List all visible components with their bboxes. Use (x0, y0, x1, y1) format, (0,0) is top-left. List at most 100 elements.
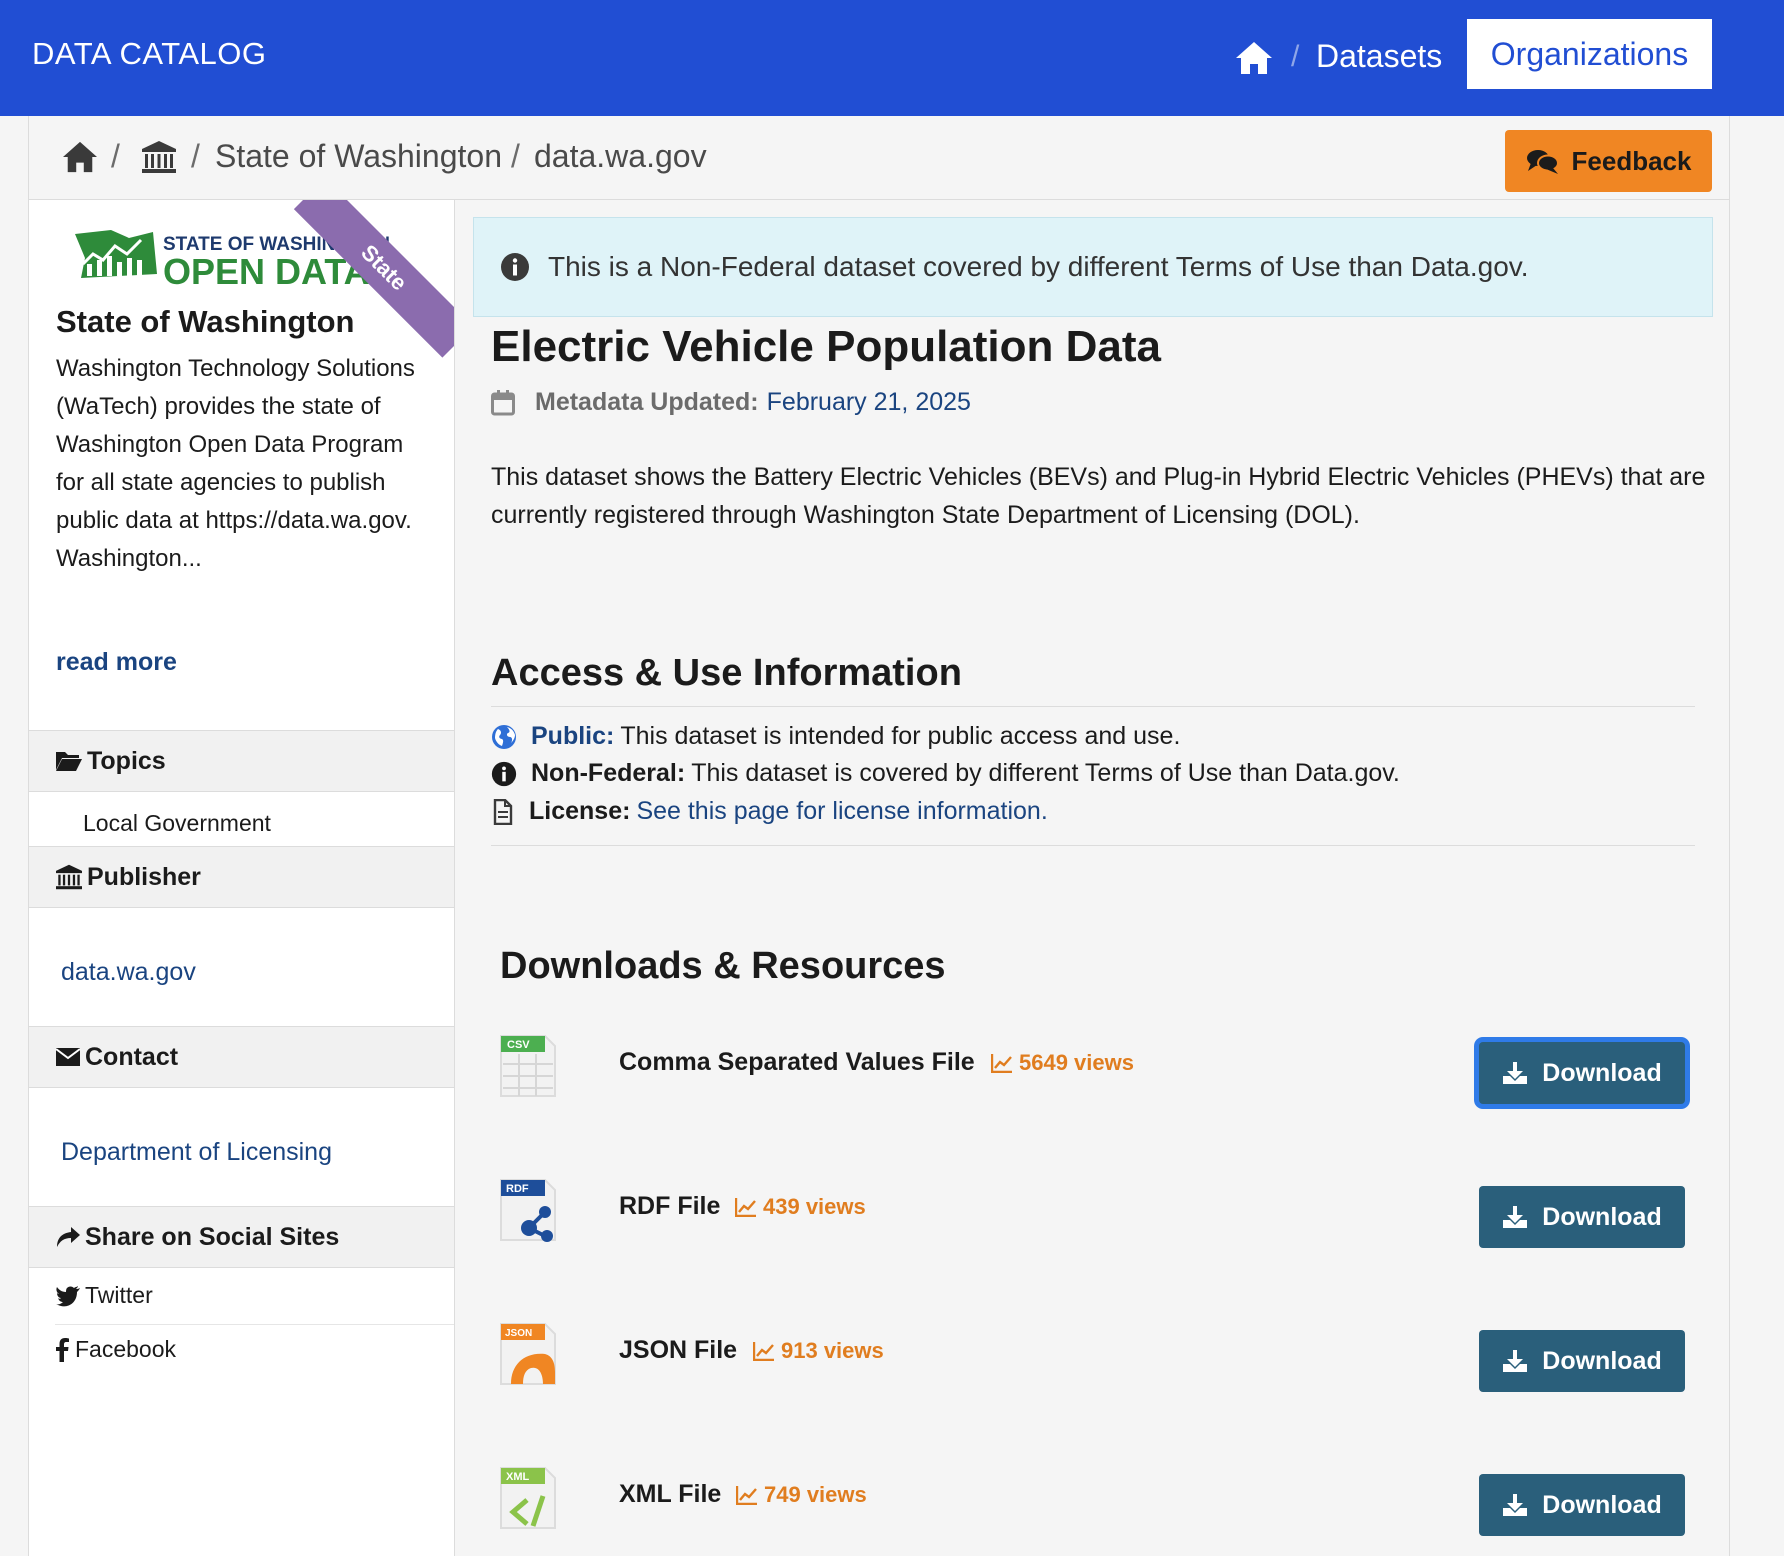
resource-name[interactable]: Comma Separated Values File (619, 1048, 975, 1077)
non-federal-notice: This is a Non-Federal dataset covered by… (473, 217, 1713, 317)
org-description: Washington Technology Solutions (WaTech)… (56, 355, 415, 572)
resource-item: CSV Comma Separated Values File 5649 vie… (499, 1034, 1719, 1114)
downloads-heading: Downloads & Resources (500, 945, 946, 987)
facebook-icon (56, 1337, 69, 1362)
rdf-file-icon: RDF (500, 1179, 556, 1242)
read-more-link[interactable]: read more (56, 648, 177, 677)
download-button[interactable]: Download (1479, 1186, 1685, 1248)
share-heading: Share on Social Sites (29, 1206, 454, 1268)
divider (55, 1324, 454, 1325)
line-chart-icon (736, 1486, 757, 1505)
topics-heading-label: Topics (87, 746, 166, 775)
resource-name[interactable]: XML File (619, 1480, 721, 1509)
license-link[interactable]: See this page for license information. (636, 797, 1047, 826)
resource-name[interactable]: RDF File (619, 1192, 720, 1221)
resource-name[interactable]: JSON File (619, 1336, 737, 1365)
csv-file-icon: CSV (500, 1035, 556, 1097)
access-license-row: License: See this page for license infor… (491, 797, 1048, 826)
download-button[interactable]: Download (1479, 1330, 1685, 1392)
nav-separator: / (1291, 40, 1300, 73)
sidebar: STATE OF WASHINGTON OPEN DATA State Stat… (29, 200, 455, 1556)
download-icon (1503, 1350, 1528, 1372)
access-public-row: Public: This dataset is intended for pub… (491, 722, 1180, 751)
resource-item: RDF RDF File 439 views Download (499, 1178, 1719, 1258)
brand-title[interactable]: DATA CATALOG (32, 36, 267, 72)
main-container: / / State of Washington / data.wa.gov Fe… (28, 116, 1730, 1556)
resource-views-count: 913 views (781, 1338, 884, 1363)
public-label: Public: (531, 722, 615, 750)
download-label: Download (1542, 1202, 1662, 1231)
twitter-link[interactable]: Twitter (55, 1282, 454, 1309)
topic-item[interactable]: Local Government (83, 810, 443, 837)
publisher-heading-label: Publisher (87, 862, 201, 891)
metadata-label: Metadata Updated: (535, 388, 759, 416)
facebook-label: Facebook (75, 1336, 177, 1362)
home-icon[interactable] (1234, 40, 1274, 76)
resource-item: JSON JSON File 913 views Download (499, 1322, 1719, 1402)
share-icon (57, 1227, 80, 1247)
download-icon (1503, 1206, 1528, 1228)
download-button[interactable]: Download (1479, 1042, 1685, 1104)
breadcrumb-publisher[interactable]: data.wa.gov (534, 138, 707, 175)
divider (491, 706, 1695, 707)
json-file-icon: JSON (500, 1323, 556, 1385)
publisher-heading: Publisher (29, 846, 454, 908)
folder-open-icon (56, 752, 82, 771)
envelope-icon (55, 1048, 81, 1066)
feedback-label: Feedback (1571, 145, 1692, 176)
download-icon (1503, 1062, 1528, 1084)
breadcrumb-org-link[interactable]: State of Washington (215, 138, 502, 175)
resource-item: XML XML File 749 views Download (499, 1466, 1719, 1546)
json-badge: JSON (505, 1328, 532, 1339)
notice-text: This is a Non-Federal dataset covered by… (548, 251, 1529, 282)
breadcrumb: / / State of Washington / data.wa.gov Fe… (29, 116, 1729, 200)
divider (491, 845, 1695, 846)
csv-badge: CSV (507, 1039, 530, 1051)
facebook-link[interactable]: Facebook (55, 1336, 454, 1363)
contact-heading-label: Contact (85, 1042, 179, 1071)
resource-views-count: 439 views (763, 1194, 866, 1219)
info-circle-icon (491, 761, 517, 786)
government-building-icon (56, 864, 82, 890)
nav-organizations-link[interactable]: Organizations (1467, 19, 1712, 89)
home-icon[interactable] (61, 140, 99, 174)
resource-views: 913 views (753, 1338, 884, 1364)
feedback-button[interactable]: Feedback (1505, 130, 1712, 192)
line-chart-icon (753, 1342, 774, 1361)
nav-datasets-link[interactable]: Datasets (1316, 38, 1442, 75)
download-label: Download (1542, 1058, 1662, 1087)
download-button[interactable]: Download (1479, 1474, 1685, 1536)
nonfederal-text: This dataset is covered by different Ter… (691, 759, 1400, 787)
dataset-title: Electric Vehicle Population Data (491, 322, 1161, 371)
comments-icon (1526, 150, 1559, 174)
document-icon (493, 798, 513, 825)
download-icon (1503, 1494, 1528, 1516)
twitter-icon (56, 1285, 80, 1306)
access-heading: Access & Use Information (491, 652, 962, 694)
line-chart-icon (991, 1054, 1012, 1073)
breadcrumb-separator: / (191, 138, 200, 174)
contact-link[interactable]: Department of Licensing (61, 1138, 332, 1167)
resource-views-count: 5649 views (1019, 1050, 1134, 1075)
xml-file-icon: XML (500, 1467, 556, 1529)
license-label: License: (529, 797, 631, 825)
resource-views-count: 749 views (764, 1482, 867, 1507)
rdf-badge: RDF (506, 1183, 529, 1195)
government-building-icon[interactable] (141, 140, 177, 174)
info-circle-icon (501, 253, 529, 281)
logo-line2: OPEN DATA (163, 251, 370, 292)
topics-heading: Topics (29, 730, 454, 792)
org-name: State of Washington (56, 304, 355, 339)
top-navbar: DATA CATALOG / Datasets Organizations (0, 0, 1784, 116)
share-heading-label: Share on Social Sites (85, 1222, 340, 1251)
download-label: Download (1542, 1490, 1662, 1519)
calendar-icon (491, 389, 515, 415)
contact-heading: Contact (29, 1026, 454, 1088)
public-text: This dataset is intended for public acce… (620, 722, 1181, 750)
metadata-updated: Metadata Updated: February 21, 2025 (491, 388, 971, 417)
line-chart-icon (735, 1198, 756, 1217)
breadcrumb-separator: / (111, 138, 120, 174)
download-label: Download (1542, 1346, 1662, 1375)
access-nonfederal-row: Non-Federal: This dataset is covered by … (491, 759, 1400, 788)
publisher-link[interactable]: data.wa.gov (61, 958, 196, 987)
